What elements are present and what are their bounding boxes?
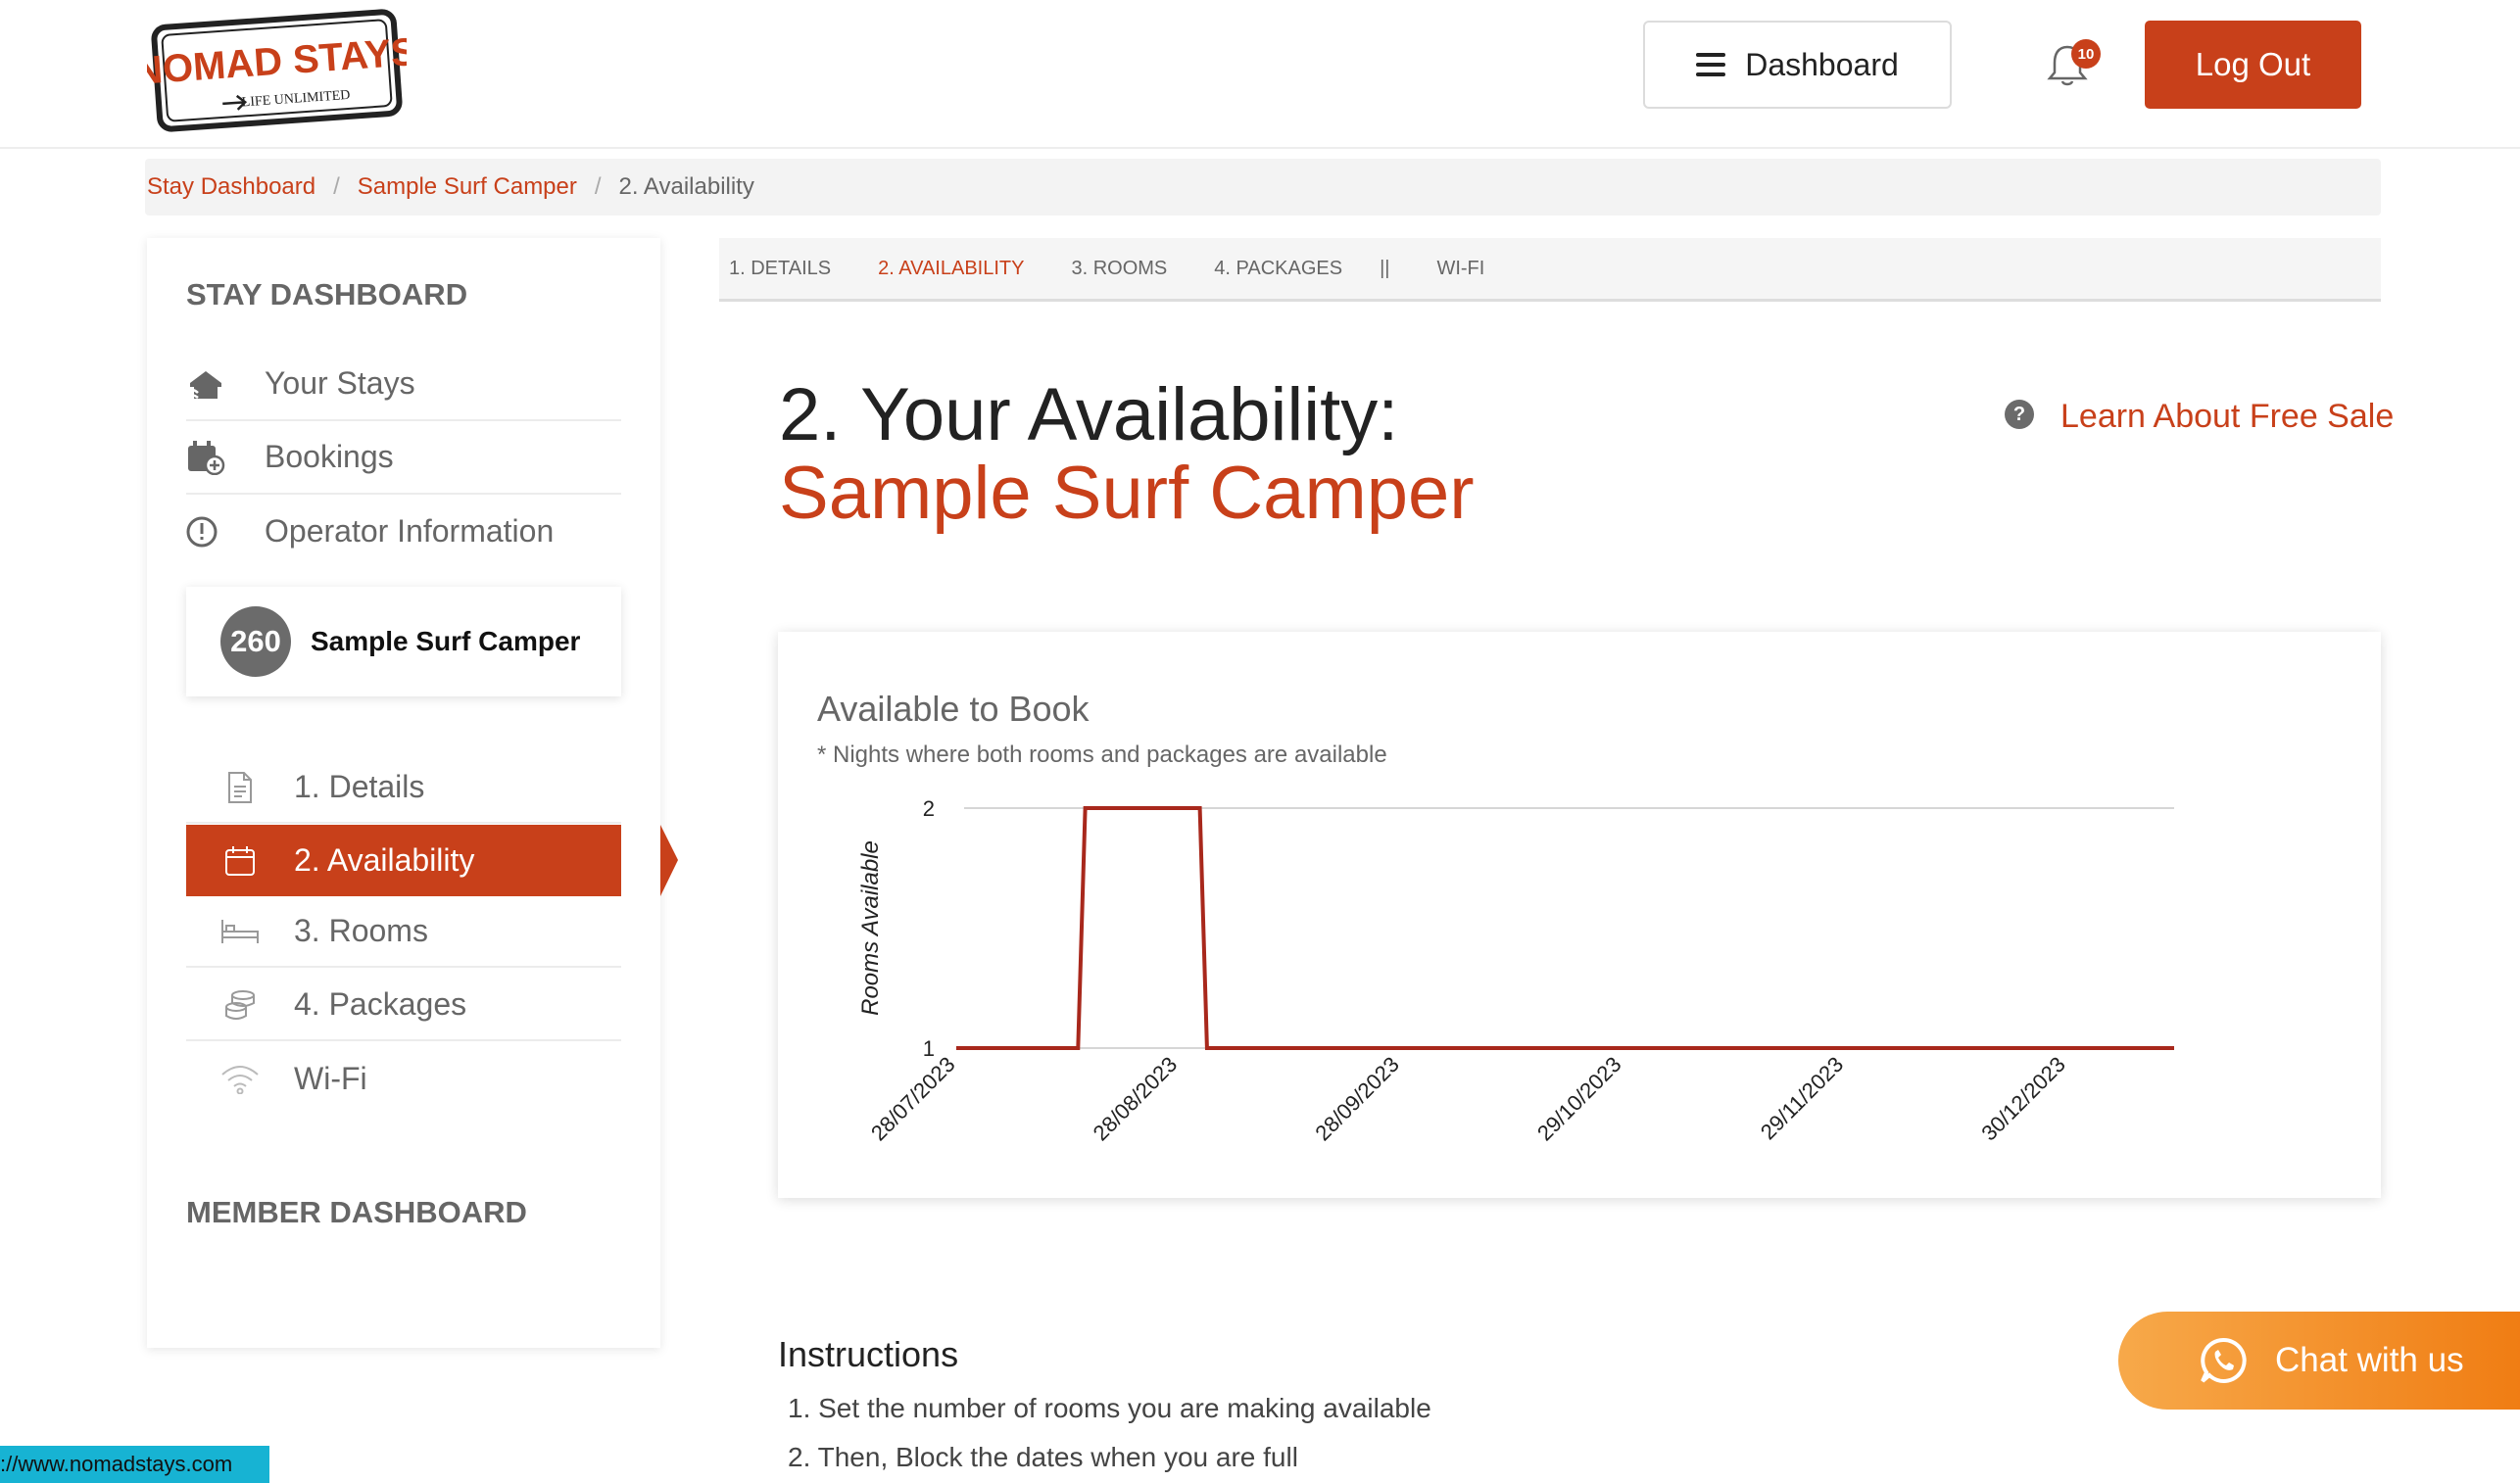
coins-icon bbox=[186, 988, 294, 1022]
x-tick-label: 28/08/2023 bbox=[1089, 1052, 1183, 1146]
logout-button[interactable]: Log Out bbox=[2145, 21, 2361, 109]
instruction-item: 1. Set the number of rooms you are makin… bbox=[788, 1393, 1431, 1423]
whatsapp-icon bbox=[2201, 1337, 2247, 1383]
chat-label: Chat with us bbox=[2275, 1341, 2464, 1379]
x-tick-label: 29/11/2023 bbox=[1756, 1052, 1848, 1144]
sidebar-item-rooms[interactable]: 3. Rooms bbox=[186, 896, 621, 968]
dashboard-button-label: Dashboard bbox=[1745, 46, 1899, 82]
sidebar-item-availability[interactable]: 2. Availability bbox=[186, 825, 678, 896]
dashboard-button[interactable]: Dashboard bbox=[1643, 21, 1952, 109]
y-axis-label: Rooms Available bbox=[857, 840, 884, 1016]
menu-icon bbox=[1696, 53, 1726, 76]
document-icon bbox=[186, 771, 294, 804]
active-indicator-arrow bbox=[660, 825, 678, 896]
sidebar-item-details[interactable]: 1. Details bbox=[186, 752, 621, 824]
calendar-plus-icon bbox=[186, 440, 265, 475]
page-title-stay-name: Sample Surf Camper bbox=[779, 452, 1475, 535]
breadcrumb-stay-name[interactable]: Sample Surf Camper bbox=[358, 173, 577, 201]
sidebar-item-label: Your Stays bbox=[265, 365, 415, 401]
x-tick-label: 28/09/2023 bbox=[1310, 1052, 1404, 1146]
sidebar-item-label: 4. Packages bbox=[294, 986, 467, 1022]
tab-rooms[interactable]: 3. ROOMS bbox=[1071, 258, 1167, 280]
breadcrumb-stay-dashboard[interactable]: Stay Dashboard bbox=[147, 173, 315, 201]
breadcrumb: Stay Dashboard / Sample Surf Camper / 2.… bbox=[145, 159, 2381, 215]
tab-separator: || bbox=[1380, 257, 1390, 279]
sidebar: STAY DASHBOARD Your Stays Bookings Opera… bbox=[147, 238, 678, 1348]
x-tick-label: 30/12/2023 bbox=[1976, 1052, 2070, 1146]
availability-chart[interactable]: 2 128/07/2023 28/08/2023 28/09/2023 29/10/20… bbox=[778, 632, 2381, 1198]
info-circle-icon bbox=[186, 515, 265, 549]
sidebar-item-label: Bookings bbox=[265, 439, 394, 474]
instructions-title: Instructions bbox=[778, 1334, 959, 1374]
calendar-icon bbox=[186, 845, 294, 877]
tab-availability[interactable]: 2. AVAILABILITY bbox=[878, 258, 1024, 280]
sidebar-item-packages[interactable]: 4. Packages bbox=[186, 970, 621, 1041]
stay-name: Sample Surf Camper bbox=[311, 626, 581, 656]
help-icon[interactable]: ? bbox=[2005, 400, 2034, 429]
member-dashboard-heading[interactable]: MEMBER DASHBOARD bbox=[186, 1195, 527, 1230]
x-tick-label: 29/10/2023 bbox=[1532, 1052, 1626, 1146]
logo-text: NOMAD STAYS bbox=[147, 30, 407, 93]
stay-dashboard-heading: STAY DASHBOARD bbox=[186, 277, 468, 311]
sidebar-item-bookings[interactable]: Bookings bbox=[186, 421, 621, 495]
sidebar-item-label: Wi-Fi bbox=[294, 1061, 367, 1096]
sidebar-item-label: 2. Availability bbox=[294, 842, 475, 878]
breadcrumb-separator: / bbox=[333, 173, 340, 200]
status-bar-url: ://www.nomadstays.com bbox=[0, 1446, 269, 1483]
notification-badge: 10 bbox=[2071, 39, 2101, 69]
chat-with-us-button[interactable]: Chat with us bbox=[2118, 1312, 2520, 1410]
sidebar-item-operator-information[interactable]: Operator Information bbox=[186, 495, 621, 568]
tab-packages[interactable]: 4. PACKAGES bbox=[1214, 258, 1342, 280]
stay-tabs: 1. DETAILS 2. AVAILABILITY 3. ROOMS 4. P… bbox=[719, 238, 2381, 302]
sidebar-item-your-stays[interactable]: Your Stays bbox=[186, 348, 621, 421]
breadcrumb-current: 2. Availability bbox=[618, 173, 754, 200]
house-icon bbox=[186, 367, 265, 401]
breadcrumb-separator: / bbox=[594, 173, 602, 200]
sidebar-item-label: Operator Information bbox=[265, 513, 555, 549]
page-title: 2. Your Availability: bbox=[779, 373, 1399, 456]
instruction-item: 2. Then, Block the dates when you are fu… bbox=[788, 1442, 1298, 1472]
selected-stay-card[interactable]: 260 Sample Surf Camper bbox=[186, 587, 621, 696]
top-bar: NOMAD STAYS LIFE UNLIMITED Dashboard 10 … bbox=[0, 0, 2520, 149]
nomad-stays-logo[interactable]: NOMAD STAYS LIFE UNLIMITED bbox=[147, 8, 407, 133]
tab-details[interactable]: 1. DETAILS bbox=[729, 258, 831, 280]
series-line bbox=[956, 806, 2174, 1050]
tab-wifi[interactable]: WI-FI bbox=[1436, 258, 1484, 280]
wifi-icon bbox=[186, 1065, 294, 1094]
y-tick-label: 1 bbox=[923, 1036, 935, 1061]
availability-chart-card: Available to Book * Nights where both ro… bbox=[778, 632, 2381, 1198]
stay-number-badge: 260 bbox=[220, 606, 291, 677]
learn-free-sale-link[interactable]: Learn About Free Sale bbox=[2060, 398, 2394, 436]
sidebar-item-label: 3. Rooms bbox=[294, 913, 428, 948]
logo-tagline: LIFE UNLIMITED bbox=[241, 88, 351, 111]
x-tick-label: 28/07/2023 bbox=[866, 1052, 960, 1146]
bed-icon bbox=[186, 918, 294, 945]
sidebar-item-label: 1. Details bbox=[294, 769, 425, 804]
sidebar-item-wifi[interactable]: Wi-Fi bbox=[186, 1043, 621, 1115]
y-tick-label: 2 bbox=[923, 796, 935, 821]
